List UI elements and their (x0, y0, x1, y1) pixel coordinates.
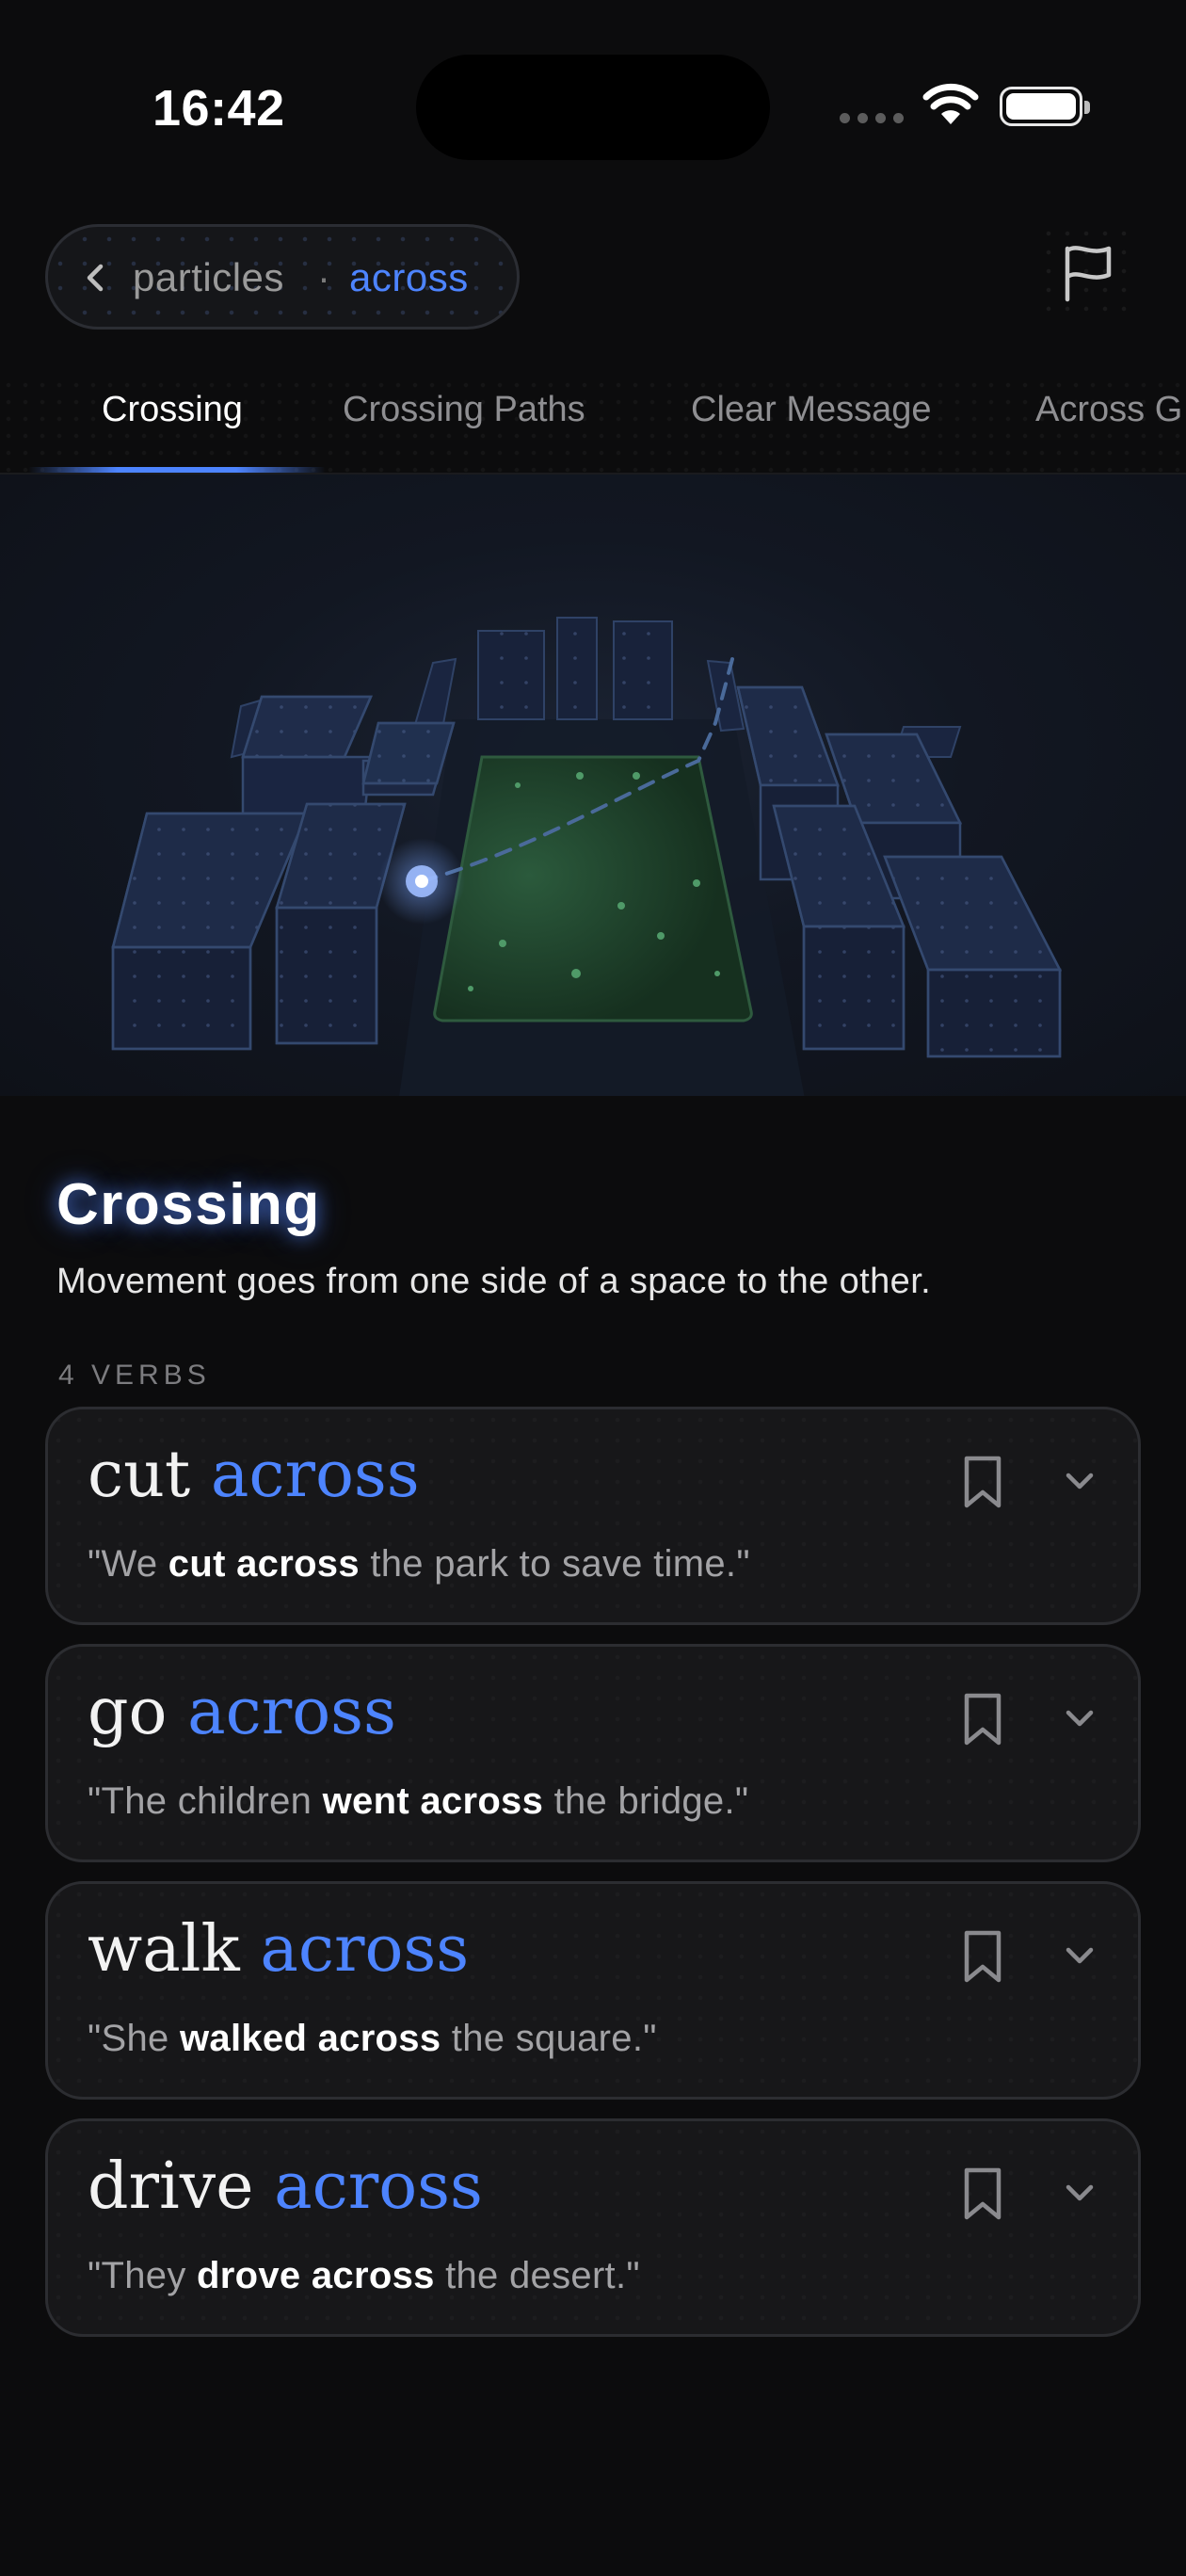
breadcrumb-parent[interactable]: particles (133, 255, 284, 300)
verb-phrase: walk across (88, 1912, 470, 1987)
tab-bar: Crossing Crossing Paths Clear Message Ac… (0, 377, 1186, 475)
breadcrumb[interactable]: particles · across (45, 224, 520, 330)
example-sentence: "They drove across the desert." (88, 2255, 640, 2296)
example-sentence: "She walked across the square." (88, 2018, 657, 2059)
report-button[interactable] (1039, 224, 1137, 322)
chevron-down-icon[interactable] (1063, 2182, 1097, 2204)
verb-card[interactable]: drive across "They drove across the dese… (45, 2118, 1141, 2337)
tab-across-g[interactable]: Across G (1035, 390, 1182, 430)
verb-card[interactable]: go across "The children went across the … (45, 1644, 1141, 1862)
dynamic-island (416, 55, 770, 160)
verb-card[interactable]: cut across "We cut across the park to sa… (45, 1407, 1141, 1625)
example-sentence: "We cut across the park to save time." (88, 1543, 750, 1585)
bookmark-icon[interactable] (961, 1929, 1004, 1984)
verb-phrase: drive across (88, 2149, 483, 2224)
tab-crossing[interactable]: Crossing (102, 390, 243, 430)
verb-count-label: 4 VERBS (58, 1360, 211, 1391)
breadcrumb-current: across (349, 255, 469, 299)
section-description: Movement goes from one side of a space t… (56, 1262, 932, 1301)
cellular-signal-icon (840, 113, 904, 123)
bookmark-icon[interactable] (961, 1692, 1004, 1747)
wifi-icon (922, 83, 979, 124)
battery-icon (1000, 87, 1090, 126)
chevron-down-icon[interactable] (1063, 1707, 1097, 1730)
tab-crossing-paths[interactable]: Crossing Paths (343, 390, 585, 430)
chevron-down-icon[interactable] (1063, 1470, 1097, 1492)
chevron-left-icon[interactable] (84, 261, 106, 295)
section-title: Crossing (56, 1172, 321, 1237)
verb-phrase: go across (88, 1675, 396, 1749)
flag-icon (1065, 246, 1112, 302)
verb-phrase: cut across (88, 1438, 420, 1512)
status-time: 16:42 (152, 80, 285, 137)
crossing-illustration (0, 475, 1186, 1124)
breadcrumb-separator: · (317, 255, 330, 299)
tab-clear-message[interactable]: Clear Message (691, 390, 932, 430)
city-park-illustration (111, 617, 1063, 1124)
bookmark-icon[interactable] (961, 2166, 1004, 2221)
bookmark-icon[interactable] (961, 1455, 1004, 1509)
example-sentence: "The children went across the bridge." (88, 1780, 749, 1822)
verb-card[interactable]: walk across "She walked across the squar… (45, 1881, 1141, 2100)
chevron-down-icon[interactable] (1063, 1944, 1097, 1967)
